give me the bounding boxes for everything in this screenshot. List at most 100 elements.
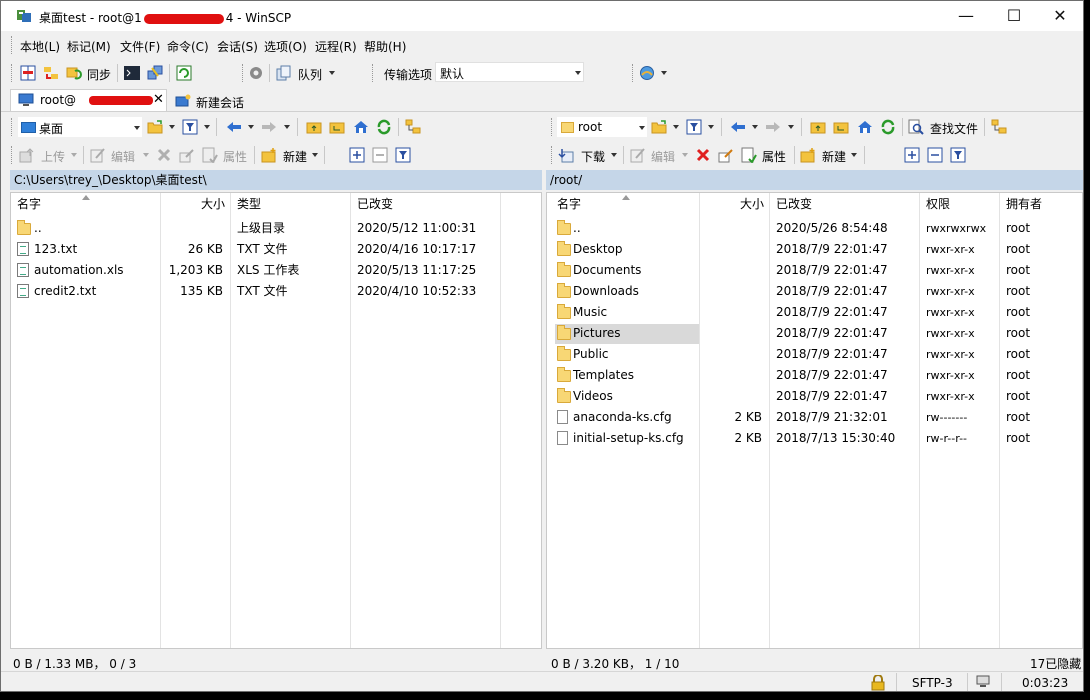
select-minus-icon[interactable] [927,147,943,163]
synchronize-label[interactable]: 同步 [87,66,111,83]
chevron-down-icon[interactable] [248,125,254,129]
table-row[interactable]: .. 上级目录 2020/5/12 11:00:31 [11,218,541,239]
menu-commands[interactable]: 命令(C) [167,38,209,55]
filter-icon[interactable] [182,119,198,135]
table-row[interactable]: 123.txt 26 KB TXT 文件 2020/4/16 10:17:17 [11,239,541,260]
new-folder-icon[interactable] [800,147,816,163]
chevron-down-icon[interactable] [752,125,758,129]
find-files-label[interactable]: 查找文件 [930,120,978,137]
parent-directory-icon[interactable] [306,119,322,135]
menu-files[interactable]: 文件(F) [120,38,160,55]
queue-dropdown-arrow[interactable] [329,71,335,75]
properties-icon[interactable] [741,147,757,163]
toolbar-grip[interactable] [242,64,245,82]
home-icon[interactable] [857,119,873,135]
refresh-icon[interactable] [376,119,392,135]
menu-local[interactable]: 本地(L) [20,38,60,55]
left-path-bar[interactable]: C:\Users\trey_\Desktop\桌面test\ [10,170,542,190]
table-row[interactable]: Desktop 2018/7/9 22:01:47 rwxr-xr-x root [547,239,1082,260]
new-label[interactable]: 新建 [283,148,307,165]
right-file-list[interactable]: 名字 大小 已改变 权限 拥有者 .. 2020/5/26 8:54:48 rwxr… [546,192,1083,649]
filter-icon[interactable] [686,119,702,135]
toolbar-grip[interactable] [11,146,14,164]
right-path-bar[interactable]: /root/ [546,170,1083,190]
select-plus-icon[interactable] [904,147,920,163]
putty-icon[interactable] [147,65,163,81]
synchronize-browsing-icon[interactable] [43,65,59,81]
column-header-rights[interactable]: 权限 [926,193,950,215]
maximize-button[interactable]: ☐ [991,1,1037,31]
column-header-name[interactable]: 名字 [557,193,581,215]
tab-new-session[interactable]: 新建会话 [168,91,252,113]
chevron-down-icon[interactable] [661,71,667,75]
tab-session[interactable]: root@ ✕ [10,89,167,111]
new-label[interactable]: 新建 [822,148,846,165]
properties-label[interactable]: 属性 [762,148,786,165]
select-filter-icon[interactable] [950,147,966,163]
toolbar-grip[interactable] [632,64,635,82]
column-header-modified[interactable]: 已改变 [357,193,393,215]
chevron-down-icon[interactable] [169,125,175,129]
back-arrow-icon[interactable] [226,119,242,135]
tree-view-icon[interactable] [991,119,1007,135]
open-folder-icon[interactable] [651,119,667,135]
chevron-down-icon[interactable] [611,153,617,157]
left-file-list[interactable]: 名字 大小 类型 已改变 .. 上级目录 2020/5/12 11:00:31 123… [10,192,542,649]
menu-session[interactable]: 会话(S) [217,38,258,55]
table-row[interactable]: credit2.txt 135 KB TXT 文件 2020/4/10 10:52:3… [11,281,541,302]
download-label[interactable]: 下载 [581,148,605,165]
column-header-size[interactable]: 大小 [161,193,225,215]
download-icon[interactable] [558,147,574,163]
table-row[interactable]: Public 2018/7/9 22:01:47 rwxr-xr-x root [547,344,1082,365]
menu-grip[interactable] [11,36,14,54]
queue-icon[interactable] [276,65,292,81]
root-directory-icon[interactable] [833,119,849,135]
compare-directories-icon[interactable] [20,65,36,81]
table-row[interactable]: Music 2018/7/9 22:01:47 rwxr-xr-x root [547,302,1082,323]
refresh-icon[interactable] [880,119,896,135]
synchronize-icon[interactable] [66,65,82,81]
chevron-down-icon[interactable] [851,153,857,157]
table-row[interactable]: Templates 2018/7/9 22:01:47 rwxr-xr-x root [547,365,1082,386]
table-row[interactable]: automation.xls 1,203 KB XLS 工作表 2020/5/13 1… [11,260,541,281]
minimize-button[interactable]: — [943,1,989,31]
hidden-files-count[interactable]: 17已隐藏 [1030,655,1081,672]
back-arrow-icon[interactable] [730,119,746,135]
home-icon[interactable] [353,119,369,135]
column-header-owner[interactable]: 拥有者 [1006,193,1042,215]
menu-help[interactable]: 帮助(H) [364,38,406,55]
transfer-settings-select[interactable]: 默认 [435,62,584,82]
table-row[interactable]: initial-setup-ks.cfg 2 KB 2018/7/13 15:30:… [547,428,1082,449]
select-plus-icon[interactable] [349,147,365,163]
open-folder-icon[interactable] [147,119,163,135]
column-header-modified[interactable]: 已改变 [776,193,812,215]
global-options-icon[interactable] [639,65,655,81]
find-files-icon[interactable] [908,119,924,135]
table-row[interactable]: Documents 2018/7/9 22:01:47 rwxr-xr-x root [547,260,1082,281]
select-filter-icon[interactable] [395,147,411,163]
chevron-down-icon[interactable] [708,125,714,129]
menu-remote[interactable]: 远程(R) [315,38,357,55]
column-header-size[interactable]: 大小 [700,193,764,215]
menu-mark[interactable]: 标记(M) [67,38,111,55]
toolbar-grip[interactable] [551,118,554,136]
column-header-name[interactable]: 名字 [17,193,41,215]
menu-options[interactable]: 选项(O) [264,38,307,55]
close-tab-icon[interactable]: ✕ [153,92,164,107]
queue-label[interactable]: 队列 [298,66,322,83]
gear-icon[interactable] [248,65,264,81]
table-row[interactable]: anaconda-ks.cfg 2 KB 2018/7/9 21:32:01 rw--… [547,407,1082,428]
root-directory-icon[interactable] [329,119,345,135]
table-row[interactable]: .. 2020/5/26 8:54:48 rwxrwxrwx root [547,218,1082,239]
right-location-select[interactable]: root [557,117,647,137]
parent-directory-icon[interactable] [810,119,826,135]
column-header-type[interactable]: 类型 [237,193,261,215]
close-button[interactable]: ✕ [1037,1,1083,31]
table-row[interactable]: Pictures 2018/7/9 22:01:47 rwxr-xr-x root [547,323,1082,344]
lock-icon[interactable] [871,675,885,691]
refresh-window-icon[interactable] [176,65,192,81]
toolbar-grip[interactable] [372,64,375,82]
table-row[interactable]: Videos 2018/7/9 22:01:47 rwxr-xr-x root [547,386,1082,407]
chevron-down-icon[interactable] [312,153,318,157]
toolbar-grip[interactable] [551,146,554,164]
